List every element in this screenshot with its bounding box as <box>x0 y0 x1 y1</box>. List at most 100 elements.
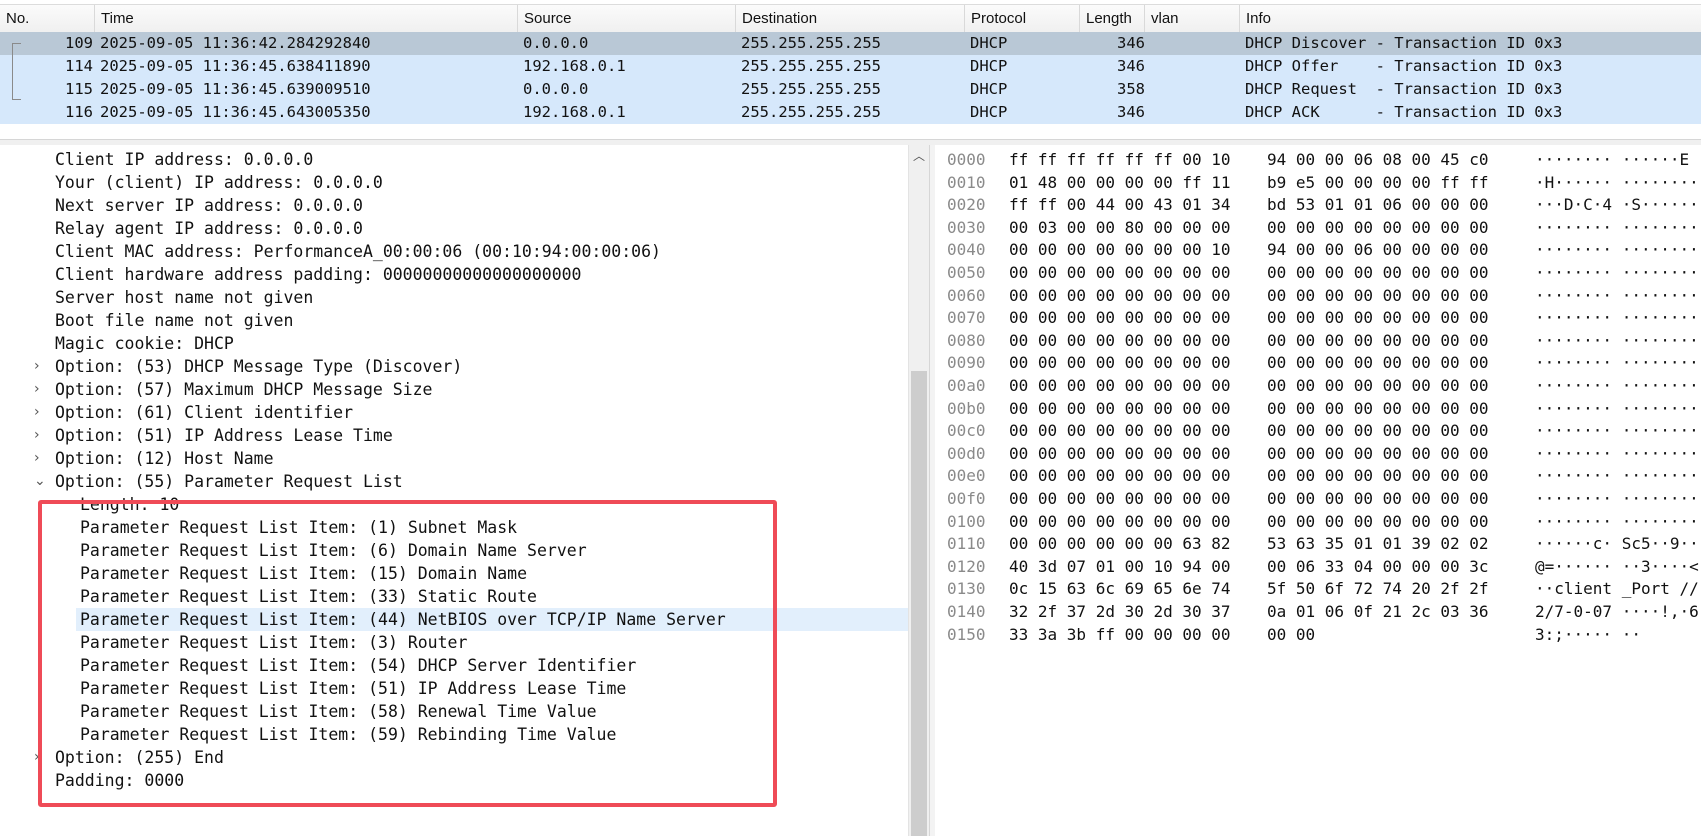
tree-item-label: Padding: 0000 <box>55 771 185 790</box>
tree-item[interactable]: › Option: (12) Host Name <box>0 447 908 470</box>
cell-source: 0.0.0.0 <box>523 34 589 52</box>
hex-bytes: 0a 01 06 0f 21 2c 03 36 <box>1267 602 1489 621</box>
hex-row[interactable]: 0080 00 00 00 00 00 00 00 00 00 00 00 00 0… <box>935 330 1701 353</box>
hex-row[interactable]: 00f0 00 00 00 00 00 00 00 00 00 00 00 00 0… <box>935 488 1701 511</box>
tree-item[interactable]: ⌄ Option: (55) Parameter Request List <box>0 470 908 493</box>
tree-item[interactable]: Parameter Request List Item: (51) IP Add… <box>0 677 908 700</box>
hex-row[interactable]: 00e0 00 00 00 00 00 00 00 00 00 00 00 00 0… <box>935 465 1701 488</box>
tree-item[interactable]: Length: 10 <box>0 493 908 516</box>
tree-item[interactable]: Parameter Request List Item: (15) Domain… <box>0 562 908 585</box>
packet-row[interactable]: 109 2025-09-05 11:36:42.284292840 0.0.0.0 2… <box>0 32 1701 55</box>
hex-row[interactable]: 0040 00 00 00 00 00 00 00 10 94 00 00 06 0… <box>935 239 1701 262</box>
hex-row[interactable]: 0150 33 3a 3b ff 00 00 00 00 00 00 3:;·····… <box>935 624 1701 647</box>
tree-item[interactable]: › Option: (53) DHCP Message Type (Discove… <box>0 355 908 378</box>
hex-bytes: ff ff 00 44 00 43 01 34 <box>1009 195 1231 215</box>
hex-bytes: 00 00 00 00 00 00 00 00 <box>1009 511 1231 531</box>
hex-row[interactable]: 0100 00 00 00 00 00 00 00 00 00 00 00 00 0… <box>935 511 1701 534</box>
cell-length: 358 <box>1117 80 1145 98</box>
details-scrollbar[interactable]: ︿ <box>908 145 929 836</box>
tree-item-selected[interactable]: Parameter Request List Item: (44) NetBIO… <box>76 608 908 631</box>
hex-row[interactable]: 0140 32 2f 37 2d 30 2d 30 37 0a 01 06 0f 2… <box>935 601 1701 624</box>
chevron-right-icon[interactable]: › <box>34 378 46 401</box>
tree-item[interactable]: Parameter Request List Item: (3) Router <box>0 631 908 654</box>
tree-item[interactable]: Parameter Request List Item: (33) Static… <box>0 585 908 608</box>
hex-bytes: 00 00 00 00 00 00 00 00 <box>1267 421 1489 441</box>
hex-row[interactable]: 0050 00 00 00 00 00 00 00 00 00 00 00 00 0… <box>935 262 1701 285</box>
column-header-source[interactable]: Source <box>518 5 736 32</box>
tree-item[interactable]: › Option: (255) End <box>0 746 908 769</box>
chevron-down-icon[interactable]: ⌄ <box>34 470 46 493</box>
tree-item[interactable]: › Option: (51) IP Address Lease Time <box>0 424 908 447</box>
column-header-info[interactable]: Info <box>1240 5 1701 32</box>
tree-item[interactable]: Your (client) IP address: 0.0.0.0 <box>0 171 908 194</box>
chevron-right-icon[interactable]: › <box>34 447 46 470</box>
cell-length: 346 <box>1117 103 1145 121</box>
ascii-dump: ········ ········ <box>1535 308 1699 328</box>
column-header-destination[interactable]: Destination <box>736 5 965 32</box>
chevron-right-icon[interactable]: › <box>34 424 46 447</box>
cell-no: 114 <box>65 57 93 75</box>
tree-item[interactable]: Padding: 0000 <box>0 769 908 792</box>
column-header-time[interactable]: Time <box>95 5 518 32</box>
packet-row[interactable]: 116 2025-09-05 11:36:45.643005350 192.168.… <box>0 101 1701 124</box>
packet-row[interactable]: 115 2025-09-05 11:36:45.639009510 0.0.0.0 2… <box>0 78 1701 101</box>
hex-row[interactable]: 0060 00 00 00 00 00 00 00 00 00 00 00 00 0… <box>935 285 1701 308</box>
hex-row[interactable]: 0110 00 00 00 00 00 00 63 82 53 63 35 01 0… <box>935 533 1701 556</box>
hex-bytes: 00 00 00 00 00 00 00 00 <box>1267 511 1489 531</box>
column-header-protocol[interactable]: Protocol <box>965 5 1080 32</box>
ascii-dump: ········ ········ <box>1535 263 1699 282</box>
cell-no: 116 <box>65 103 93 121</box>
hex-bytes: 00 03 00 00 80 00 00 00 <box>1009 217 1231 237</box>
hex-bytes: 01 48 00 00 00 00 ff 11 <box>1009 172 1231 192</box>
tree-item[interactable]: Client hardware address padding: 0000000… <box>0 263 908 286</box>
column-header-length[interactable]: Length <box>1080 5 1145 32</box>
tree-item[interactable]: Client MAC address: PerformanceA_00:00:0… <box>0 240 908 263</box>
hex-row[interactable]: 0010 01 48 00 00 00 00 ff 11 b9 e5 00 00 0… <box>935 172 1701 195</box>
ascii-dump: ········ ········ <box>1535 240 1699 260</box>
tree-item[interactable]: Server host name not given <box>0 286 908 309</box>
tree-item[interactable]: Client IP address: 0.0.0.0 <box>0 148 908 171</box>
hex-row[interactable]: 0130 0c 15 63 6c 69 65 6e 74 5f 50 6f 72 7… <box>935 578 1701 601</box>
tree-item-label: Client hardware address padding: 0000000… <box>55 265 582 284</box>
tree-item[interactable]: Magic cookie: DHCP <box>0 332 908 355</box>
hex-bytes: 00 00 00 00 00 00 00 00 <box>1009 443 1231 463</box>
tree-item[interactable]: Parameter Request List Item: (1) Subnet … <box>0 516 908 539</box>
hex-row[interactable]: 00b0 00 00 00 00 00 00 00 00 00 00 00 00 0… <box>935 398 1701 421</box>
chevron-right-icon[interactable]: › <box>34 355 46 378</box>
column-header-no[interactable]: No. <box>0 5 95 32</box>
tree-item-label: Option: (51) IP Address Lease Time <box>55 426 393 445</box>
tree-item[interactable]: › Option: (61) Client identifier <box>0 401 908 424</box>
cell-source: 192.168.0.1 <box>523 103 626 121</box>
hex-row[interactable]: 0030 00 03 00 00 80 00 00 00 00 00 00 00 0… <box>935 217 1701 240</box>
cell-destination: 255.255.255.255 <box>741 57 881 75</box>
tree-item[interactable]: Parameter Request List Item: (59) Rebind… <box>0 723 908 746</box>
chevron-right-icon[interactable]: › <box>34 401 46 424</box>
tree-item[interactable]: Parameter Request List Item: (58) Renewa… <box>0 700 908 723</box>
chevron-right-icon[interactable]: › <box>34 746 46 769</box>
hex-bytes: 00 00 00 00 00 00 00 00 <box>1267 308 1489 328</box>
tree-item[interactable]: › Option: (57) Maximum DHCP Message Size <box>0 378 908 401</box>
tree-item[interactable]: Next server IP address: 0.0.0.0 <box>0 194 908 217</box>
column-header-vlan[interactable]: vlan <box>1145 5 1240 32</box>
cell-time: 2025-09-05 11:36:45.639009510 <box>100 80 371 98</box>
hex-row[interactable]: 00c0 00 00 00 00 00 00 00 00 00 00 00 00 0… <box>935 420 1701 443</box>
scrollbar-thumb[interactable] <box>911 371 927 836</box>
hex-row[interactable]: 00a0 00 00 00 00 00 00 00 00 00 00 00 00 0… <box>935 375 1701 398</box>
ascii-dump: 2/7-0-07 ····!,·6 <box>1535 602 1699 621</box>
hex-row[interactable]: 00d0 00 00 00 00 00 00 00 00 00 00 00 00 0… <box>935 443 1701 466</box>
hex-row[interactable]: 0070 00 00 00 00 00 00 00 00 00 00 00 00 0… <box>935 307 1701 330</box>
hex-row[interactable]: 0120 40 3d 07 01 00 10 94 00 00 06 33 04 0… <box>935 556 1701 579</box>
tree-item[interactable]: Parameter Request List Item: (54) DHCP S… <box>0 654 908 677</box>
hex-row[interactable]: 0020 ff ff 00 44 00 43 01 34 bd 53 01 01 0… <box>935 194 1701 217</box>
hex-row[interactable]: 0000 ff ff ff ff ff ff 00 10 94 00 00 06 0… <box>935 149 1701 172</box>
hex-row[interactable]: 0090 00 00 00 00 00 00 00 00 00 00 00 00 0… <box>935 352 1701 375</box>
tree-item-label: Your (client) IP address: 0.0.0.0 <box>55 173 383 192</box>
tree-item[interactable]: Parameter Request List Item: (6) Domain … <box>0 539 908 562</box>
tree-item[interactable]: Boot file name not given <box>0 309 908 332</box>
cell-protocol: DHCP <box>970 34 1008 52</box>
tree-item[interactable]: Relay agent IP address: 0.0.0.0 <box>0 217 908 240</box>
scroll-up-icon[interactable]: ︿ <box>909 145 929 167</box>
cell-no: 115 <box>65 80 93 98</box>
ascii-dump: ········ ········ <box>1535 511 1699 531</box>
packet-row[interactable]: 114 2025-09-05 11:36:45.638411890 192.168.… <box>0 55 1701 78</box>
